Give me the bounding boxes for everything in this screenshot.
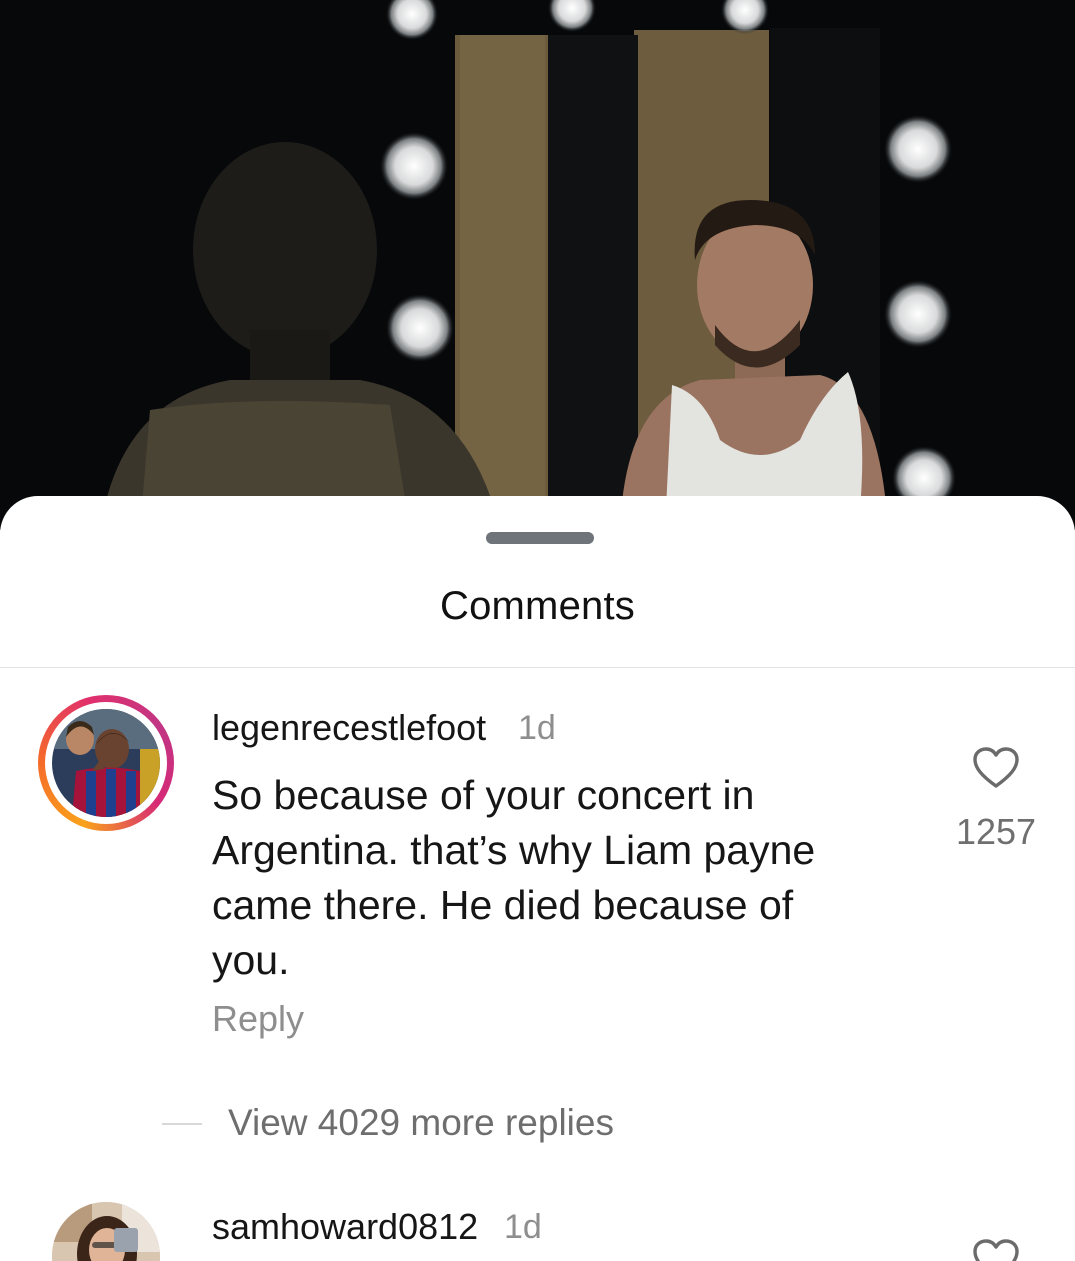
comment-time: 1d	[518, 709, 556, 747]
post-photo	[0, 0, 1075, 530]
comment-time: 1d	[504, 1208, 542, 1246]
divider	[0, 667, 1075, 668]
avatar[interactable]	[52, 1202, 160, 1261]
comment-username[interactable]: legenrecestlefoot	[212, 707, 486, 749]
instagram-comments-screen: Comments legenrecestlefoot 1d So because…	[0, 0, 1075, 1261]
comment-text: So because of your concert in Argentina.…	[212, 772, 816, 983]
avatar-story-ring-icon[interactable]	[38, 695, 174, 831]
sheet-title: Comments	[440, 584, 635, 628]
sheet-grabber[interactable]	[486, 532, 594, 544]
heart-outline-icon[interactable]	[972, 1238, 1020, 1261]
comment-username[interactable]: samhoward0812	[212, 1206, 478, 1248]
avatar	[52, 709, 160, 817]
post-photo-image	[0, 0, 1075, 530]
reply-button[interactable]: Reply	[212, 998, 304, 1040]
heart-outline-icon[interactable]	[972, 746, 1020, 795]
replies-divider	[162, 1123, 202, 1125]
comments-sheet: Comments legenrecestlefoot 1d So because…	[0, 496, 1075, 1261]
like-count: 1257	[955, 811, 1037, 852]
view-replies-button[interactable]: View 4029 more replies	[228, 1102, 614, 1144]
